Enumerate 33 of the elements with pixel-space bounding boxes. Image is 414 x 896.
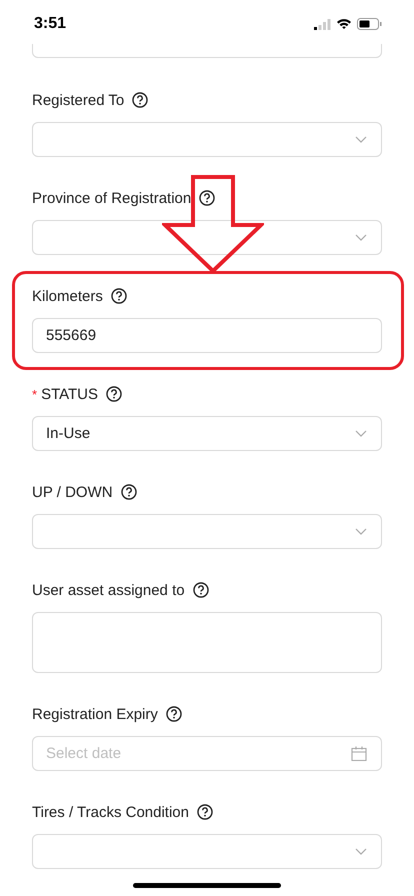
chevron-down-icon [355,528,367,535]
field-label: Tires / Tracks Condition [32,804,189,820]
help-icon[interactable] [197,804,213,820]
chevron-down-icon [355,430,367,437]
help-icon[interactable] [132,92,148,108]
input-field[interactable]: 555669 [32,318,382,353]
calendar-icon [351,746,367,761]
chevron-down-icon [355,848,367,855]
signal-icon [314,18,331,30]
field-label: Kilometers [32,288,103,304]
help-icon[interactable] [166,706,182,722]
field-label: Registration Expiry [32,706,158,722]
wifi-icon [336,18,352,30]
dropdown-field[interactable] [32,834,382,869]
dropdown-field[interactable] [32,122,382,157]
chevron-down-icon [355,234,367,241]
help-icon[interactable] [199,190,216,206]
field-label: User asset assigned to [32,582,185,598]
field-label: UP / DOWN [32,484,113,500]
dropdown-field[interactable] [32,514,382,549]
help-icon[interactable] [106,386,122,402]
required-mark: * [32,386,38,402]
help-icon[interactable] [192,582,209,598]
help-icon[interactable] [110,288,127,304]
field-label: Registered To [32,92,124,108]
help-icon[interactable] [120,484,137,500]
status-time: 3:51 [34,15,66,33]
field-label: Province of Registration [32,190,192,206]
battery-icon [357,18,382,30]
dropdown-field[interactable]: In-Use [32,416,382,451]
chevron-down-icon [355,136,367,143]
dropdown-field[interactable] [32,220,382,255]
field-label: STATUS [41,386,98,402]
